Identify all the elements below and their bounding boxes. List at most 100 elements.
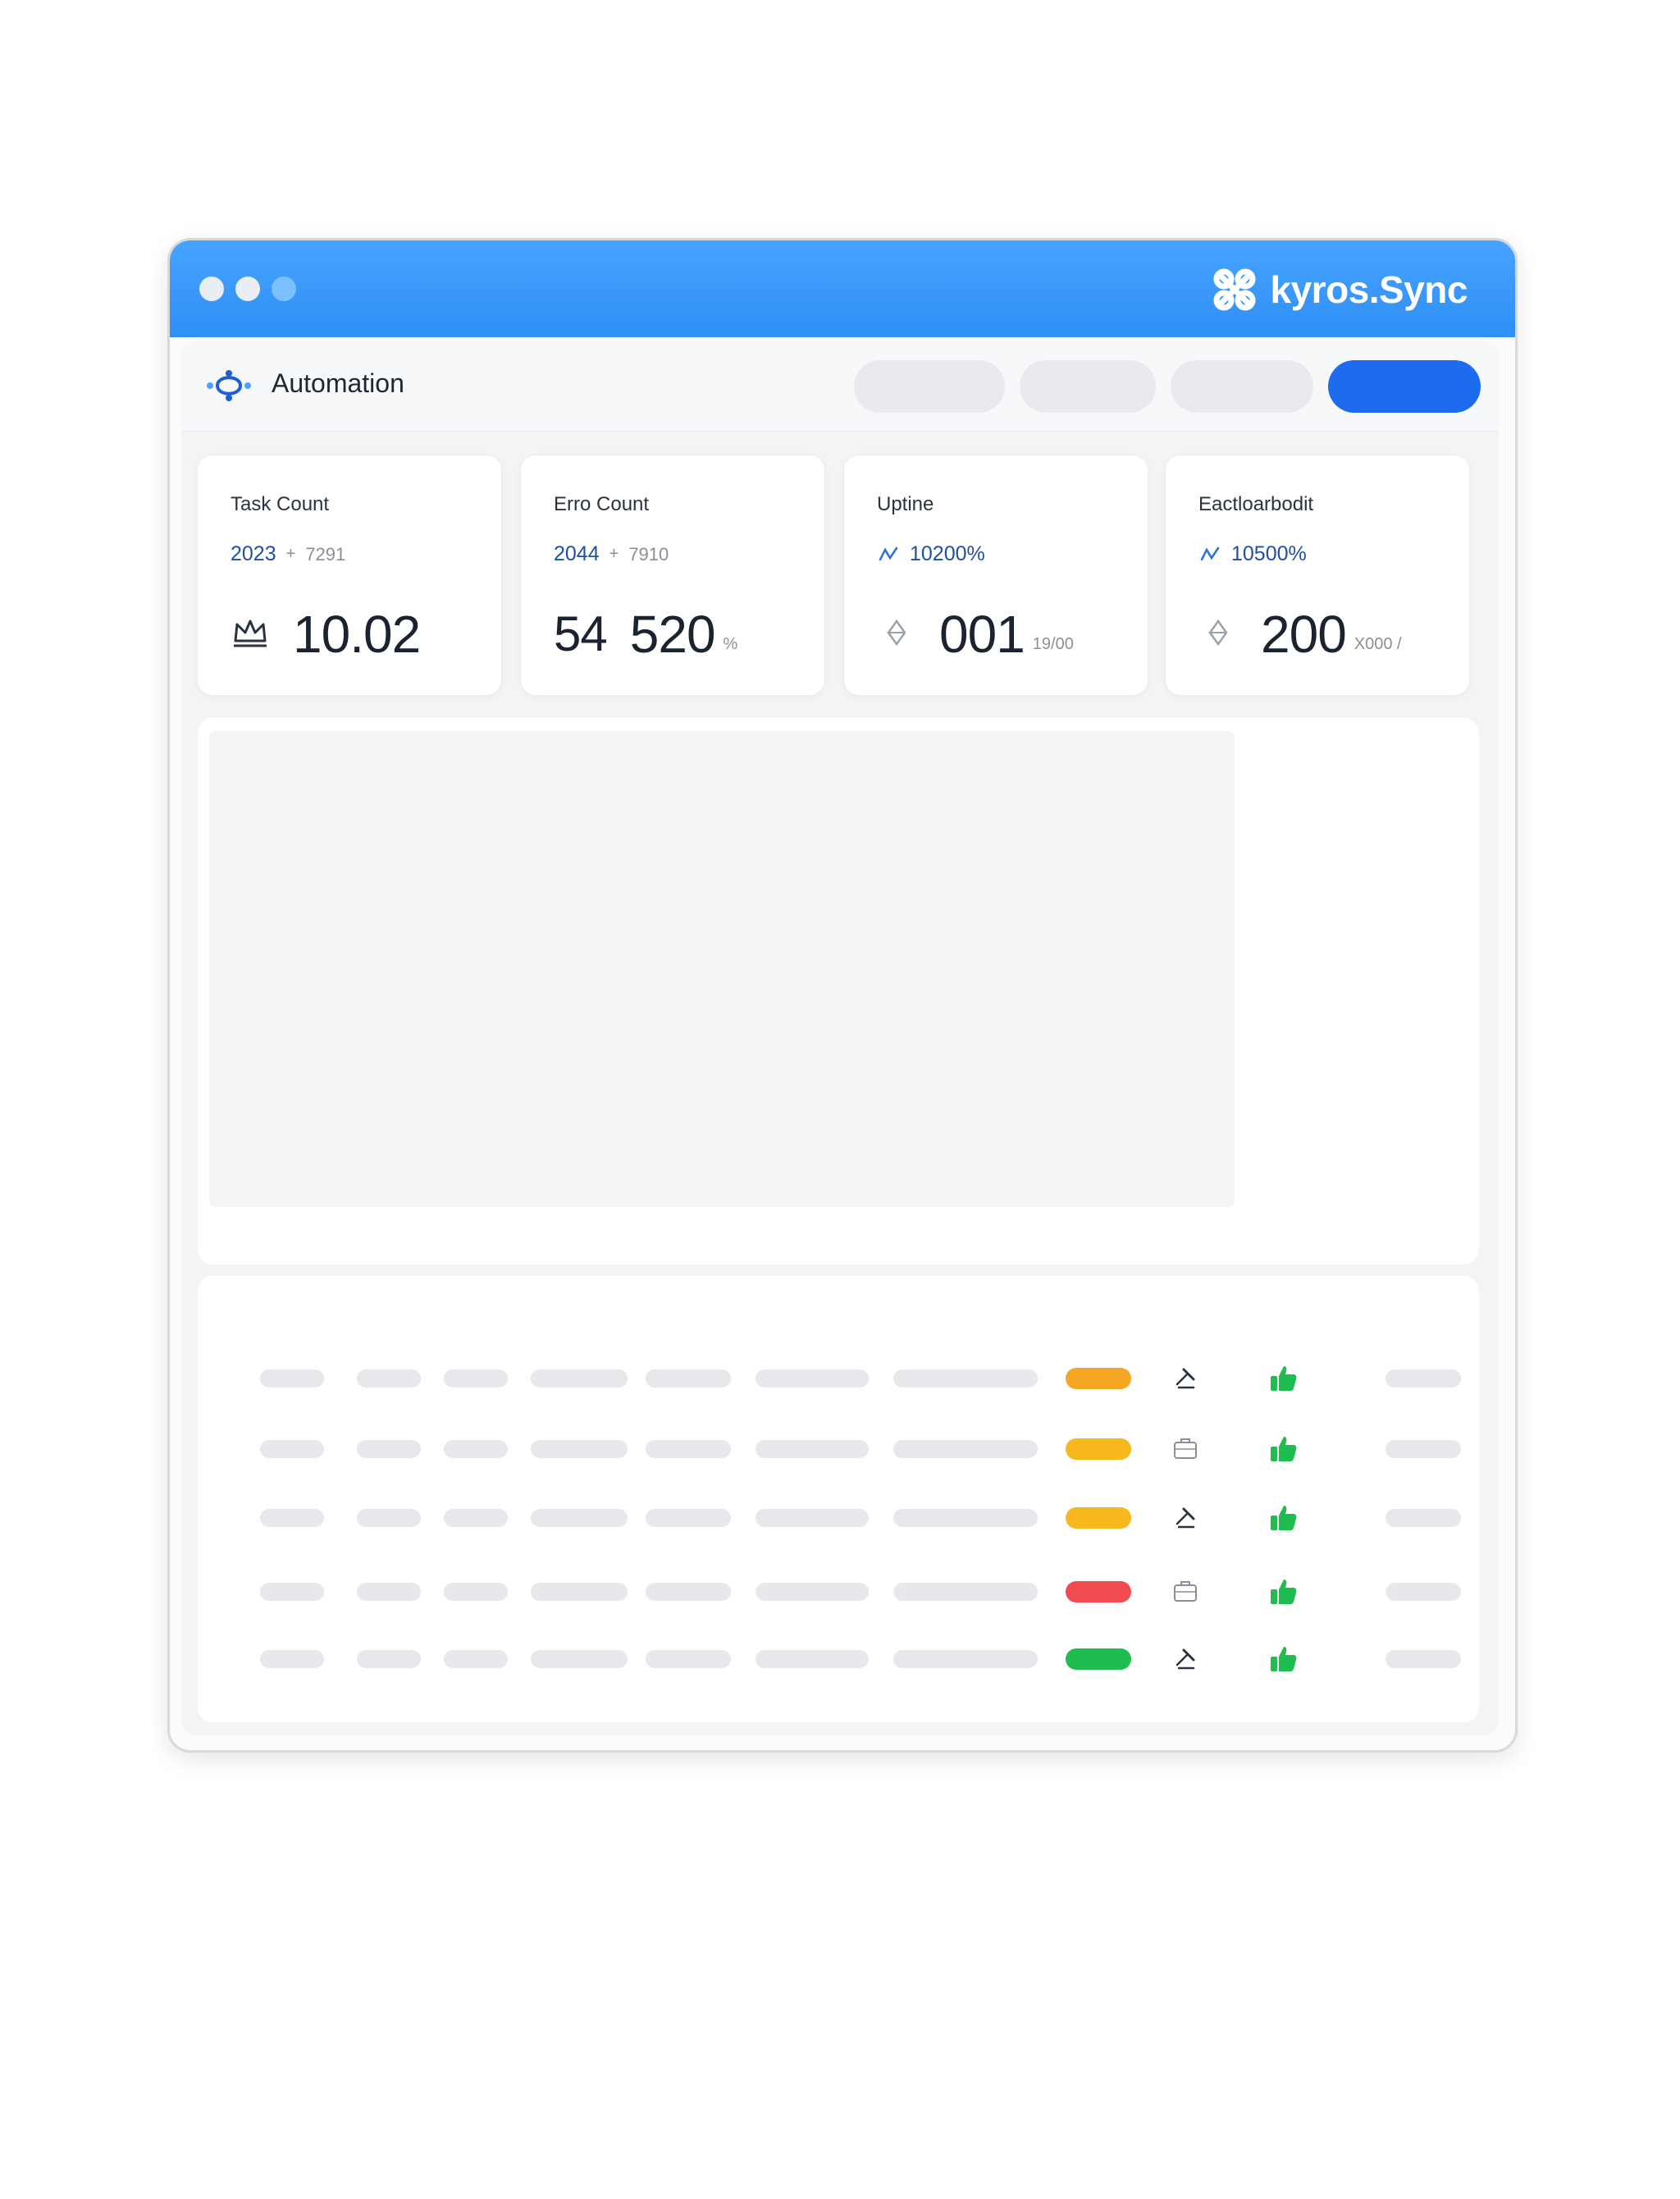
table-cell-placeholder: [646, 1583, 731, 1601]
stat-main-value: 520: [629, 605, 716, 664]
trend-icon: [1200, 546, 1220, 560]
thumbs-up-icon[interactable]: [1267, 1644, 1299, 1675]
stat-sub-muted: 7910: [628, 543, 669, 565]
stat-sub-value: 10200%: [910, 542, 985, 565]
gavel-icon[interactable]: [1171, 1363, 1200, 1392]
table-cell-placeholder: [444, 1369, 508, 1388]
chart-panel: [198, 718, 1479, 1264]
status-badge: [1066, 1507, 1131, 1529]
stat-sub-value: 10500%: [1231, 542, 1307, 565]
close-window-button[interactable]: [199, 277, 224, 301]
table-cell-placeholder: [1386, 1369, 1461, 1388]
kyros-logo-icon: [1213, 268, 1256, 311]
stat-main: 200 X000 /: [1198, 608, 1402, 661]
table-cell-placeholder: [893, 1440, 1038, 1458]
table-cell-placeholder: [357, 1369, 421, 1388]
crown-icon: [234, 619, 267, 647]
table-cell-placeholder: [531, 1440, 628, 1458]
stat-subline: 2023 + 7291: [231, 542, 345, 566]
stat-subline: 2044 + 7910: [554, 542, 669, 566]
stat-main: 001 19/00: [877, 608, 1074, 661]
table-cell-placeholder: [531, 1509, 628, 1527]
gavel-icon[interactable]: [1171, 1644, 1200, 1673]
table-cell-placeholder: [1386, 1509, 1461, 1527]
table-cell-placeholder: [893, 1369, 1038, 1388]
diamond-icon: [887, 619, 906, 647]
maximize-window-button[interactable]: [272, 277, 296, 301]
stat-main-unit: X000 /: [1354, 635, 1402, 653]
app-title: Automation: [272, 368, 404, 398]
table-row[interactable]: [198, 1642, 1479, 1675]
table-cell-placeholder: [646, 1509, 731, 1527]
diamond-icon: [1208, 619, 1228, 647]
automation-logo-icon: [207, 370, 251, 401]
table-row[interactable]: [198, 1432, 1479, 1465]
table-cell-placeholder: [646, 1440, 731, 1458]
main-content: Automation Task Count 2023 + 7291 10.02: [181, 341, 1499, 1735]
stat-main-value: 200: [1261, 605, 1347, 664]
gavel-icon[interactable]: [1171, 1502, 1200, 1532]
thumbs-up-icon[interactable]: [1267, 1433, 1299, 1465]
table-cell-placeholder: [444, 1583, 508, 1601]
stat-title: Uptine: [877, 493, 934, 515]
table-cell-placeholder: [444, 1440, 508, 1458]
stat-main: 10.02: [231, 608, 421, 661]
briefcase-icon[interactable]: [1171, 1433, 1200, 1463]
stat-title: Erro Count: [554, 493, 650, 515]
stat-main-unit: %: [723, 635, 738, 653]
stat-sub-value: 2023: [231, 542, 276, 565]
window-controls: [199, 277, 296, 301]
briefcase-icon[interactable]: [1171, 1576, 1200, 1606]
stat-sub-muted: 7291: [305, 543, 346, 565]
table-cell-placeholder: [1386, 1650, 1461, 1668]
stat-sub-value: 2044: [554, 542, 600, 565]
table-cell-placeholder: [531, 1650, 628, 1668]
table-cell-placeholder: [756, 1650, 869, 1668]
thumbs-up-icon[interactable]: [1267, 1502, 1299, 1534]
table-cell-placeholder: [756, 1369, 869, 1388]
table-cell-placeholder: [357, 1440, 421, 1458]
table-cell-placeholder: [531, 1369, 628, 1388]
table-cell-placeholder: [531, 1583, 628, 1601]
table-cell-placeholder: [756, 1583, 869, 1601]
table-cell-placeholder: [1386, 1440, 1461, 1458]
stat-sub-plus: +: [285, 545, 296, 563]
toolbar-button-3[interactable]: [1171, 360, 1313, 413]
table-cell-placeholder: [260, 1650, 324, 1668]
table-cell-placeholder: [756, 1440, 869, 1458]
table-cell-placeholder: [260, 1509, 324, 1527]
table-cell-placeholder: [357, 1583, 421, 1601]
trend-icon: [879, 546, 898, 560]
stat-main-prefix: 54: [554, 606, 608, 661]
stat-title: Eactloarbodit: [1198, 493, 1314, 515]
primary-action-button[interactable]: [1328, 360, 1481, 413]
minimize-window-button[interactable]: [235, 277, 260, 301]
table-cell-placeholder: [260, 1440, 324, 1458]
stat-card-uptime: Uptine 10200% 001 19/00: [844, 455, 1148, 695]
stat-title: Task Count: [231, 493, 330, 515]
stat-subline: 10200%: [877, 542, 985, 566]
table-cell-placeholder: [893, 1583, 1038, 1601]
thumbs-up-icon[interactable]: [1267, 1576, 1299, 1607]
status-badge: [1066, 1648, 1131, 1670]
status-badge: [1066, 1581, 1131, 1602]
chart-placeholder: [209, 731, 1235, 1207]
table-cell-placeholder: [893, 1509, 1038, 1527]
table-row[interactable]: [198, 1501, 1479, 1534]
table-cell-placeholder: [646, 1369, 731, 1388]
table-cell-placeholder: [893, 1650, 1038, 1668]
stat-main-unit: 19/00: [1032, 635, 1074, 653]
table-cell-placeholder: [646, 1650, 731, 1668]
status-badge: [1066, 1438, 1131, 1460]
app-window: kyros.Sync Automation Task Count 2023 +: [167, 238, 1518, 1753]
table-cell-placeholder: [756, 1509, 869, 1527]
stat-card-task-count: Task Count 2023 + 7291 10.02: [198, 455, 501, 695]
table-cell-placeholder: [444, 1509, 508, 1527]
brand-name: kyros.Sync: [1270, 268, 1468, 311]
stat-sub-plus: +: [609, 545, 619, 563]
table-row[interactable]: [198, 1361, 1479, 1394]
thumbs-up-icon[interactable]: [1267, 1363, 1299, 1394]
toolbar-button-2[interactable]: [1020, 360, 1156, 413]
table-row[interactable]: [198, 1575, 1479, 1607]
toolbar-button-1[interactable]: [854, 360, 1005, 413]
